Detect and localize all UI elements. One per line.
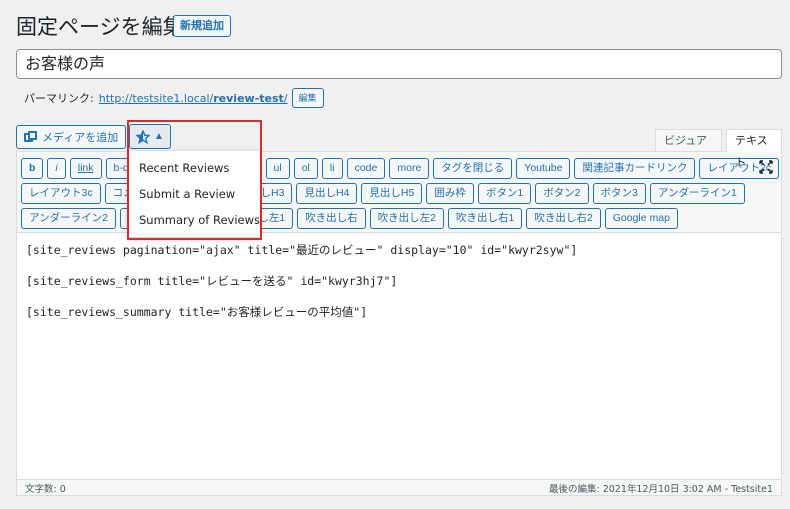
fullscreen-icon[interactable] bbox=[759, 160, 773, 174]
quicktag-button[interactable]: 吹き出し右1 bbox=[448, 208, 523, 229]
reviews-dropdown-menu: Recent Reviews Submit a Review Summary o… bbox=[129, 151, 260, 237]
menu-item-recent-reviews[interactable]: Recent Reviews bbox=[129, 155, 260, 181]
quicktags-row-3: アンダーライン2アンダーライン3吹き出し左1吹き出し右吹き出し左2吹き出し右1吹… bbox=[21, 208, 678, 229]
quicktag-button[interactable]: 囲み枠 bbox=[426, 183, 474, 204]
quicktag-button[interactable]: 関連記事カードリンク bbox=[574, 158, 696, 179]
quicktag-button[interactable]: ul bbox=[265, 158, 290, 179]
permalink-link[interactable]: http://testsite1.local/review-test/ bbox=[99, 92, 288, 105]
add-media-label: メディアを追加 bbox=[42, 132, 119, 144]
last-edit-info: 最後の編集: 2021年12月10日 3:02 AM - Testsite1 bbox=[548, 483, 773, 495]
quicktag-button[interactable]: ボタン1 bbox=[477, 183, 532, 204]
tab-text[interactable]: テキスト bbox=[726, 129, 782, 169]
quicktag-button[interactable]: タグを閉じる bbox=[433, 158, 513, 179]
quicktag-button[interactable]: i bbox=[47, 158, 66, 179]
quicktag-button[interactable]: アンダーライン1 bbox=[649, 183, 745, 204]
star-icon bbox=[136, 129, 151, 144]
quicktag-button[interactable]: 吹き出し右2 bbox=[526, 208, 601, 229]
add-new-button[interactable]: 新規追加 bbox=[173, 15, 231, 37]
quicktag-button[interactable]: レイアウト3c bbox=[21, 183, 101, 204]
tab-visual[interactable]: ビジュアル bbox=[655, 129, 722, 169]
quicktag-button[interactable]: 見出しH4 bbox=[296, 183, 358, 204]
quicktag-button[interactable]: Google map bbox=[604, 208, 678, 229]
shortcode-line: [site_reviews pagination="ajax" title="最… bbox=[26, 243, 578, 257]
quicktag-button[interactable]: Youtube bbox=[516, 158, 571, 179]
menu-item-submit-review[interactable]: Submit a Review bbox=[129, 181, 260, 207]
add-media-button[interactable]: メディアを追加 bbox=[16, 125, 127, 149]
shortcode-line: [site_reviews_form title="レビューを送る" id="k… bbox=[26, 274, 398, 288]
media-icon bbox=[24, 130, 37, 144]
quicktag-button[interactable]: more bbox=[389, 158, 430, 179]
quicktag-button[interactable]: ボタン2 bbox=[535, 183, 589, 204]
page-title: 固定ページを編集 bbox=[16, 15, 184, 39]
caret-up-icon: ▲ bbox=[154, 131, 164, 142]
permalink-label: パーマリンク: bbox=[24, 92, 94, 105]
permalink-url-tail: / bbox=[283, 91, 288, 105]
quicktag-button[interactable]: b bbox=[21, 158, 44, 179]
quicktag-button[interactable]: link bbox=[69, 158, 102, 179]
word-count: 文字数: 0 bbox=[25, 483, 66, 495]
quicktag-button[interactable]: code bbox=[346, 158, 386, 179]
quicktag-button[interactable]: ol bbox=[293, 158, 318, 179]
edit-slug-button[interactable]: 編集 bbox=[291, 88, 324, 108]
quicktag-button[interactable]: ボタン3 bbox=[592, 183, 646, 204]
quicktag-button[interactable]: 見出しH5 bbox=[361, 183, 423, 204]
menu-item-summary-reviews[interactable]: Summary of Reviews bbox=[129, 207, 260, 233]
quicktag-button[interactable]: アンダーライン2 bbox=[21, 208, 116, 229]
quicktag-button[interactable]: li bbox=[321, 158, 343, 179]
quicktag-button[interactable]: 吹き出し左2 bbox=[369, 208, 445, 229]
editor-status-bar: 文字数: 0 最後の編集: 2021年12月10日 3:02 AM - Test… bbox=[17, 479, 781, 495]
quicktag-button[interactable]: 吹き出し右 bbox=[297, 208, 366, 229]
site-reviews-button[interactable]: ▲ bbox=[129, 124, 171, 149]
editor-textarea[interactable]: [site_reviews pagination="ajax" title="最… bbox=[26, 242, 771, 335]
permalink-row: パーマリンク: http://testsite1.local/review-te… bbox=[24, 87, 324, 109]
shortcode-line: [site_reviews_summary title="お客様レビューの平均値… bbox=[26, 305, 368, 319]
permalink-slug: review-test bbox=[213, 91, 284, 105]
permalink-url-base: http://testsite1.local/ bbox=[98, 91, 214, 105]
post-title-input[interactable]: お客様の声 bbox=[16, 49, 782, 79]
